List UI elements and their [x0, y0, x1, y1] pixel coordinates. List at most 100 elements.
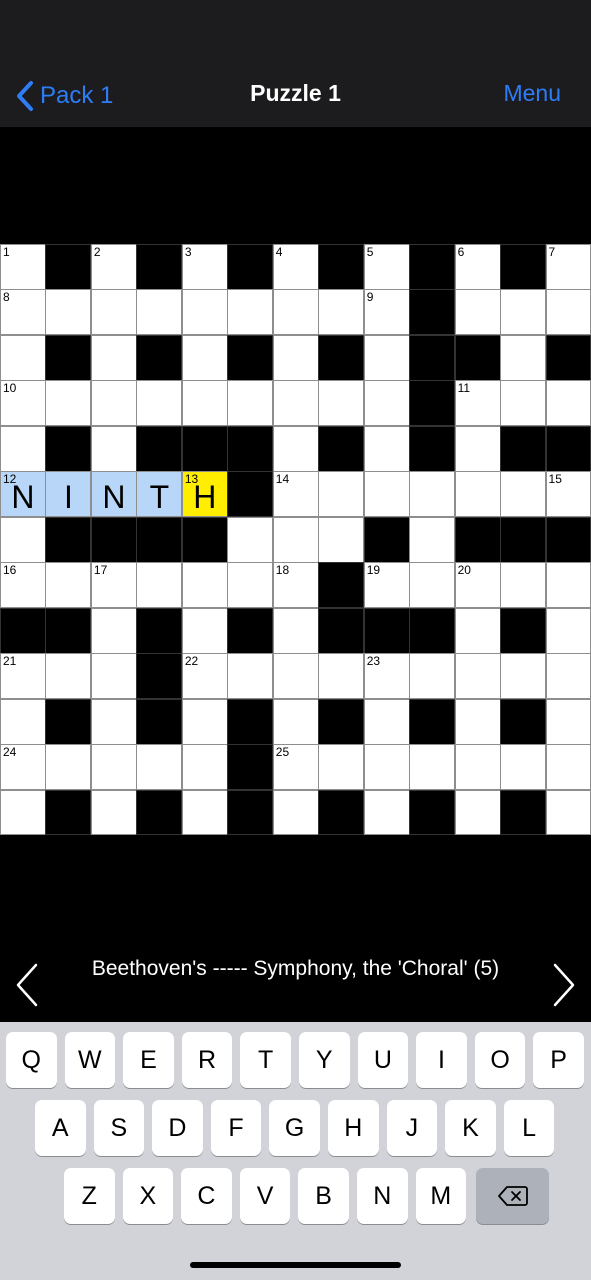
grid-cell[interactable]	[181, 380, 228, 427]
grid-cell[interactable]	[181, 289, 228, 336]
grid-cell[interactable]	[454, 789, 501, 836]
grid-cell[interactable]: 14	[272, 471, 319, 518]
key-g[interactable]: G	[269, 1100, 320, 1156]
grid-cell[interactable]	[545, 789, 591, 836]
grid-cell[interactable]	[272, 653, 319, 700]
key-d[interactable]: D	[152, 1100, 203, 1156]
grid-cell[interactable]	[227, 562, 274, 609]
key-t[interactable]: T	[240, 1032, 291, 1088]
key-w[interactable]: W	[64, 1032, 116, 1088]
grid-cell[interactable]: 25	[272, 744, 319, 791]
key-c[interactable]: C	[181, 1168, 232, 1224]
key-r[interactable]: R	[181, 1032, 233, 1088]
grid-cell[interactable]	[227, 289, 274, 336]
grid-cell[interactable]	[500, 289, 547, 336]
grid-cell[interactable]	[454, 653, 501, 700]
grid-cell[interactable]	[0, 516, 46, 563]
grid-cell[interactable]	[500, 334, 547, 381]
grid-cell[interactable]	[363, 471, 410, 518]
grid-cell[interactable]	[181, 744, 228, 791]
grid-cell[interactable]: T	[136, 471, 183, 518]
key-s[interactable]: S	[93, 1100, 145, 1156]
grid-cell[interactable]	[363, 425, 410, 472]
key-y[interactable]: Y	[299, 1032, 350, 1088]
key-m[interactable]: M	[415, 1168, 467, 1224]
grid-cell[interactable]: 23	[363, 653, 410, 700]
grid-cell[interactable]	[0, 789, 46, 836]
grid-cell[interactable]: 2	[90, 244, 137, 290]
grid-cell[interactable]	[500, 380, 547, 427]
grid-cell[interactable]	[318, 471, 365, 518]
grid-cell[interactable]: 17	[90, 562, 137, 609]
grid-cell[interactable]: 11	[454, 380, 501, 427]
key-l[interactable]: L	[503, 1100, 555, 1156]
grid-cell[interactable]: 24	[0, 744, 46, 791]
grid-cell[interactable]	[363, 380, 410, 427]
grid-cell[interactable]	[45, 744, 92, 791]
key-z[interactable]: Z	[64, 1168, 115, 1224]
key-a[interactable]: A	[35, 1100, 86, 1156]
grid-cell[interactable]: 15	[545, 471, 591, 518]
grid-cell[interactable]: 16	[0, 562, 46, 609]
grid-cell[interactable]	[136, 562, 183, 609]
grid-cell[interactable]: 22	[181, 653, 228, 700]
grid-cell[interactable]	[454, 607, 501, 654]
grid-cell[interactable]: 21	[0, 653, 46, 700]
grid-cell[interactable]	[454, 698, 501, 745]
grid-cell[interactable]	[90, 653, 137, 700]
grid-cell[interactable]: 7	[545, 244, 591, 290]
grid-cell[interactable]: 3	[181, 244, 228, 290]
grid-cell[interactable]: 4	[272, 244, 319, 290]
grid-cell[interactable]	[363, 744, 410, 791]
grid-cell[interactable]	[272, 334, 319, 381]
grid-cell[interactable]	[45, 653, 92, 700]
grid-cell[interactable]	[272, 789, 319, 836]
key-h[interactable]: H	[328, 1100, 379, 1156]
grid-cell[interactable]	[545, 698, 591, 745]
grid-cell[interactable]	[45, 380, 92, 427]
grid-cell[interactable]	[409, 562, 456, 609]
key-p[interactable]: P	[533, 1032, 584, 1088]
key-e[interactable]: E	[123, 1032, 174, 1088]
grid-cell[interactable]	[90, 607, 137, 654]
key-j[interactable]: J	[386, 1100, 438, 1156]
grid-cell[interactable]	[454, 744, 501, 791]
grid-cell[interactable]	[500, 562, 547, 609]
grid-cell[interactable]: 20	[454, 562, 501, 609]
grid-cell[interactable]: 19	[363, 562, 410, 609]
grid-cell[interactable]	[500, 653, 547, 700]
grid-cell[interactable]	[90, 380, 137, 427]
grid-cell[interactable]	[454, 289, 501, 336]
grid-cell[interactable]	[90, 789, 137, 836]
grid-cell[interactable]: 12 N	[0, 471, 46, 518]
grid-cell[interactable]	[136, 289, 183, 336]
grid-cell[interactable]	[500, 744, 547, 791]
previous-clue-button[interactable]	[10, 960, 50, 1010]
grid-cell[interactable]: I	[45, 471, 92, 518]
grid-cell[interactable]	[545, 380, 591, 427]
delete-key[interactable]	[476, 1168, 549, 1224]
key-o[interactable]: O	[474, 1032, 526, 1088]
grid-cell[interactable]: 10	[0, 380, 46, 427]
key-n[interactable]: N	[357, 1168, 408, 1224]
grid-cell[interactable]	[545, 562, 591, 609]
grid-cell[interactable]	[0, 698, 46, 745]
grid-cell[interactable]	[90, 698, 137, 745]
grid-cell[interactable]	[227, 380, 274, 427]
grid-cell[interactable]	[90, 289, 137, 336]
grid-cell[interactable]	[318, 516, 365, 563]
grid-cell[interactable]: 9	[363, 289, 410, 336]
grid-cell[interactable]	[318, 289, 365, 336]
grid-cell[interactable]	[545, 607, 591, 654]
key-f[interactable]: F	[210, 1100, 262, 1156]
grid-cell[interactable]	[545, 744, 591, 791]
next-clue-button[interactable]	[541, 960, 581, 1010]
grid-cell[interactable]	[545, 653, 591, 700]
key-i[interactable]: I	[416, 1032, 467, 1088]
key-k[interactable]: K	[445, 1100, 496, 1156]
grid-cell[interactable]	[45, 289, 92, 336]
grid-cell[interactable]: 5	[363, 244, 410, 290]
grid-cell[interactable]	[272, 698, 319, 745]
grid-cell[interactable]	[227, 516, 274, 563]
grid-cell[interactable]	[181, 562, 228, 609]
